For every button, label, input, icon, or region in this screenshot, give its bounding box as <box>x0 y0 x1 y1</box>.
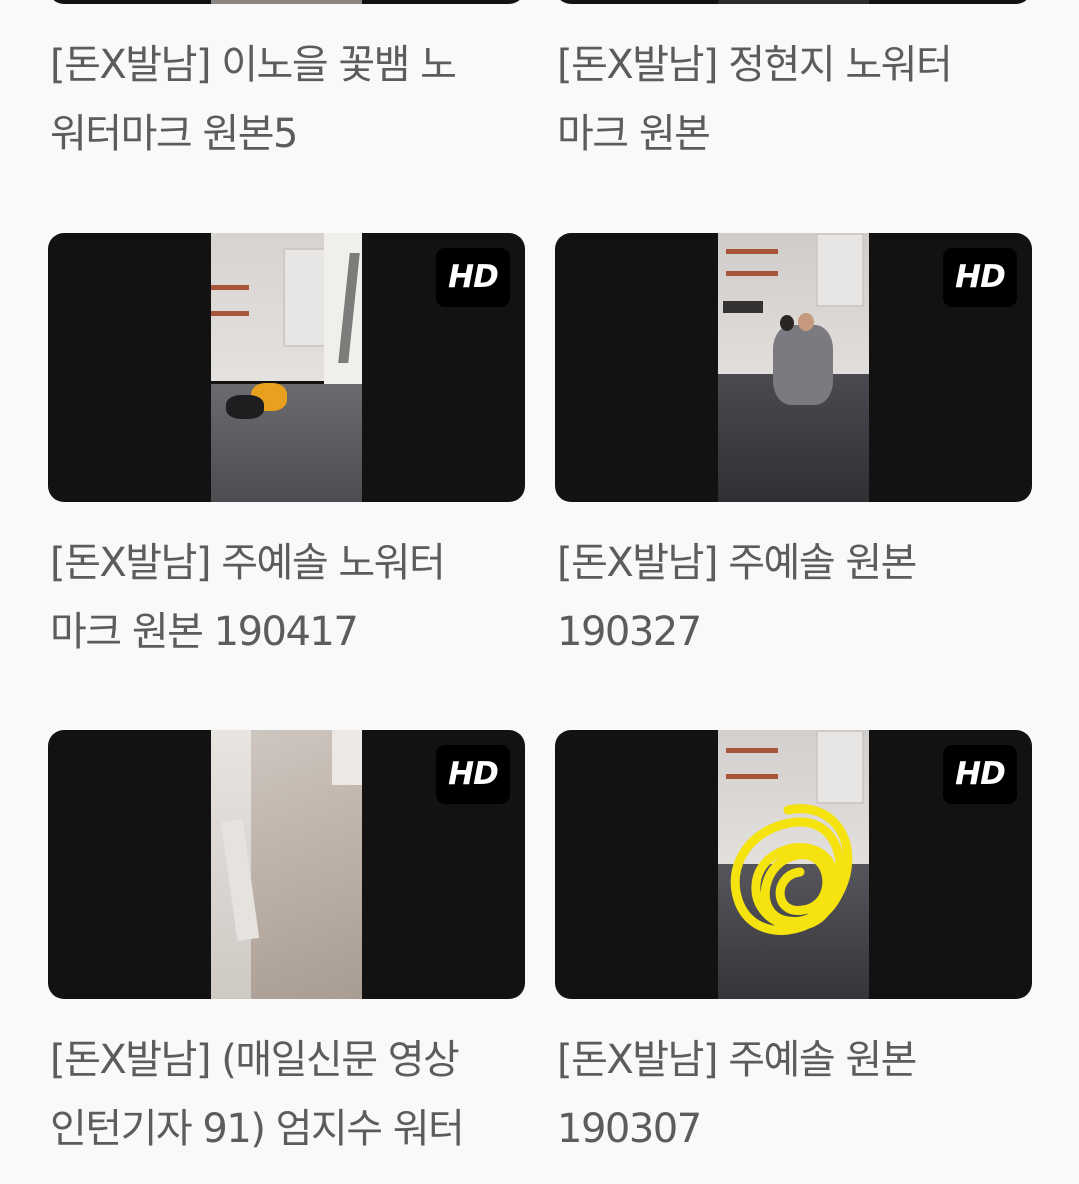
thumbnail-image <box>718 233 869 502</box>
video-title[interactable]: [돈X발남] 주예솔 원본 190327 <box>557 529 1027 667</box>
video-title[interactable]: [돈X발남] 이노을 꽃뱀 노 워터마크 원본5 <box>50 31 520 169</box>
scribble-overlay <box>730 804 853 935</box>
video-title-line: 190327 <box>557 609 702 655</box>
video-title[interactable]: [돈X발남] 주예솔 원본 190307 <box>557 1026 1027 1164</box>
hd-badge: HD <box>943 248 1017 307</box>
video-thumbnail[interactable] <box>555 0 1032 4</box>
video-title-line: 마크 원본 190417 <box>50 609 359 655</box>
thumbnail-image <box>211 233 362 502</box>
video-title-line: [돈X발남] 정현지 노워터 <box>557 42 953 88</box>
hd-badge: HD <box>436 745 510 804</box>
video-title-line: [돈X발남] 주예솔 원본 <box>557 540 917 586</box>
video-title[interactable]: [돈X발남] (매일신문 영상 인턴기자 91) 엄지수 워터 <box>50 1026 520 1164</box>
video-title-line: 인턴기자 91) 엄지수 워터 <box>50 1106 465 1152</box>
video-title-line: [돈X발남] 주예솔 노워터 <box>50 540 446 586</box>
hd-badge: HD <box>436 248 510 307</box>
video-thumbnail[interactable]: HD <box>48 233 525 502</box>
video-thumbnail[interactable]: HD <box>555 233 1032 502</box>
thumbnail-image <box>211 730 362 999</box>
video-title-line: [돈X발남] (매일신문 영상 <box>50 1037 460 1083</box>
video-title[interactable]: [돈X발남] 정현지 노워터 마크 원본 <box>557 31 1027 169</box>
video-title-line: 마크 원본 <box>557 111 711 157</box>
thumbnail-image <box>718 0 869 4</box>
hd-badge: HD <box>943 745 1017 804</box>
thumbnail-image <box>211 0 362 4</box>
video-thumbnail[interactable] <box>48 0 525 4</box>
video-thumbnail[interactable]: HD <box>555 730 1032 999</box>
video-title-line: [돈X발남] 주예솔 원본 <box>557 1037 917 1083</box>
thumbnail-image <box>718 730 869 999</box>
video-title[interactable]: [돈X발남] 주예솔 노워터 마크 원본 190417 <box>50 529 520 667</box>
video-thumbnail[interactable]: HD <box>48 730 525 999</box>
video-title-line: [돈X발남] 이노을 꽃뱀 노 <box>50 42 457 88</box>
video-grid: [돈X발남] 이노을 꽃뱀 노 워터마크 원본5 [돈X발남] 정현지 노워터 … <box>0 0 1079 1184</box>
video-title-line: 190307 <box>557 1106 702 1152</box>
video-title-line: 워터마크 원본5 <box>50 111 298 157</box>
